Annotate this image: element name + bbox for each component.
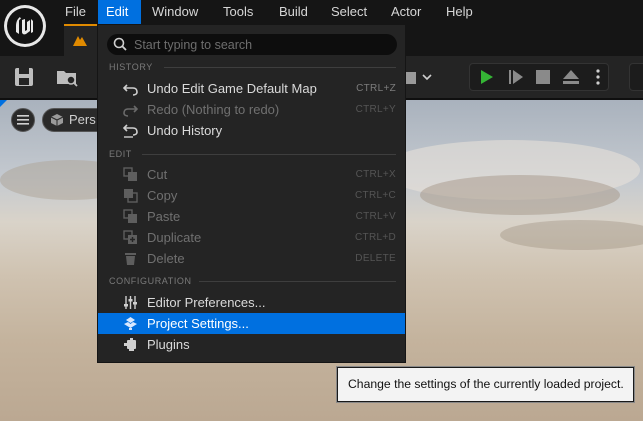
menu-item-shortcut: CTRL+D <box>355 232 396 243</box>
search-icon <box>113 37 127 51</box>
edit-menu-dropdown: HISTORY Undo Edit Game Default Map CTRL+… <box>97 24 406 363</box>
menu-edit[interactable]: Edit <box>98 0 141 24</box>
menu-bar: File Edit Window Tools Build Select Acto… <box>0 0 643 24</box>
menu-search-input[interactable] <box>134 34 389 55</box>
unreal-logo-icon[interactable] <box>4 5 46 47</box>
menu-actor[interactable]: Actor <box>383 0 429 24</box>
menu-build[interactable]: Build <box>271 0 316 24</box>
level-icon <box>73 36 87 46</box>
trash-icon <box>125 253 136 265</box>
menu-item-label: Undo Edit Game Default Map <box>147 81 317 96</box>
menu-item-label: Delete <box>147 251 185 266</box>
menu-item-paste[interactable]: Paste CTRL+V <box>98 206 405 227</box>
sand-dune <box>420 175 620 215</box>
section-divider <box>142 154 396 155</box>
save-icon[interactable] <box>11 64 37 90</box>
section-header-history: HISTORY <box>109 62 153 72</box>
menu-item-label: Plugins <box>147 337 190 352</box>
redo-icon <box>123 105 138 117</box>
level-tab[interactable] <box>64 24 100 56</box>
menu-item-label: Cut <box>147 167 168 182</box>
viewport-active-marker <box>0 100 7 107</box>
menu-item-label: Duplicate <box>147 230 202 245</box>
sliders-icon <box>124 296 137 309</box>
tooltip: Change the settings of the currently loa… <box>337 367 634 402</box>
plugin-icon <box>124 338 136 351</box>
menu-item-copy[interactable]: Copy CTRL+C <box>98 185 405 206</box>
viewport-options-button[interactable] <box>11 108 35 132</box>
section-header-edit: EDIT <box>109 149 132 159</box>
hamburger-icon <box>17 115 29 125</box>
stop-icon[interactable] <box>536 70 550 84</box>
menu-item-undo[interactable]: Undo Edit Game Default Map CTRL+Z <box>98 78 405 99</box>
menu-item-shortcut: CTRL+Y <box>355 104 396 115</box>
menu-select[interactable]: Select <box>323 0 375 24</box>
menu-tools[interactable]: Tools <box>215 0 261 24</box>
menu-file[interactable]: File <box>57 0 94 24</box>
eject-icon[interactable] <box>562 69 580 85</box>
menu-item-project-settings[interactable]: Project Settings... <box>98 313 405 334</box>
more-options-icon[interactable] <box>596 69 600 85</box>
play-controls <box>469 63 609 91</box>
menu-item-shortcut: CTRL+V <box>355 211 396 222</box>
menu-search-box[interactable] <box>107 34 397 55</box>
menu-item-label: Copy <box>147 188 178 203</box>
undo-history-icon <box>123 124 138 138</box>
platforms-button[interactable] <box>629 63 643 91</box>
menu-item-plugins[interactable]: Plugins <box>98 334 405 355</box>
menu-item-label: Redo (Nothing to redo) <box>147 102 280 117</box>
menu-item-cut[interactable]: Cut CTRL+X <box>98 164 405 185</box>
menu-item-undo-history[interactable]: Undo History <box>98 120 405 141</box>
section-header-configuration: CONFIGURATION <box>109 276 192 286</box>
paste-icon <box>123 209 137 223</box>
menu-item-shortcut: CTRL+X <box>355 169 396 180</box>
section-divider <box>199 281 396 282</box>
menu-item-label: Editor Preferences... <box>147 295 266 310</box>
menu-help[interactable]: Help <box>438 0 481 24</box>
menu-item-label: Paste <box>147 209 181 224</box>
copy-icon <box>124 189 138 203</box>
project-settings-icon <box>124 317 137 330</box>
menu-item-label: Undo History <box>147 123 223 138</box>
menu-item-shortcut: CTRL+C <box>355 190 396 201</box>
tooltip-text: Change the settings of the currently loa… <box>348 377 624 391</box>
cut-icon <box>123 167 137 181</box>
menu-item-duplicate[interactable]: Duplicate CTRL+D <box>98 227 405 248</box>
perspective-label: Pers <box>69 112 96 127</box>
play-icon[interactable] <box>480 69 494 85</box>
duplicate-icon <box>123 230 137 244</box>
menu-item-editor-preferences[interactable]: Editor Preferences... <box>98 292 405 313</box>
menu-window[interactable]: Window <box>144 0 206 24</box>
menu-item-delete[interactable]: Delete DELETE <box>98 248 405 269</box>
step-icon[interactable] <box>508 69 524 85</box>
browse-content-icon[interactable] <box>54 64 80 90</box>
sand-dune <box>500 220 643 250</box>
menu-item-label: Project Settings... <box>147 316 249 331</box>
section-divider <box>164 67 396 68</box>
cube-icon <box>50 114 64 126</box>
menu-item-redo[interactable]: Redo (Nothing to redo) CTRL+Y <box>98 99 405 120</box>
undo-icon <box>123 84 138 96</box>
menu-item-shortcut: CTRL+Z <box>356 83 396 94</box>
menu-item-shortcut: DELETE <box>355 253 396 264</box>
